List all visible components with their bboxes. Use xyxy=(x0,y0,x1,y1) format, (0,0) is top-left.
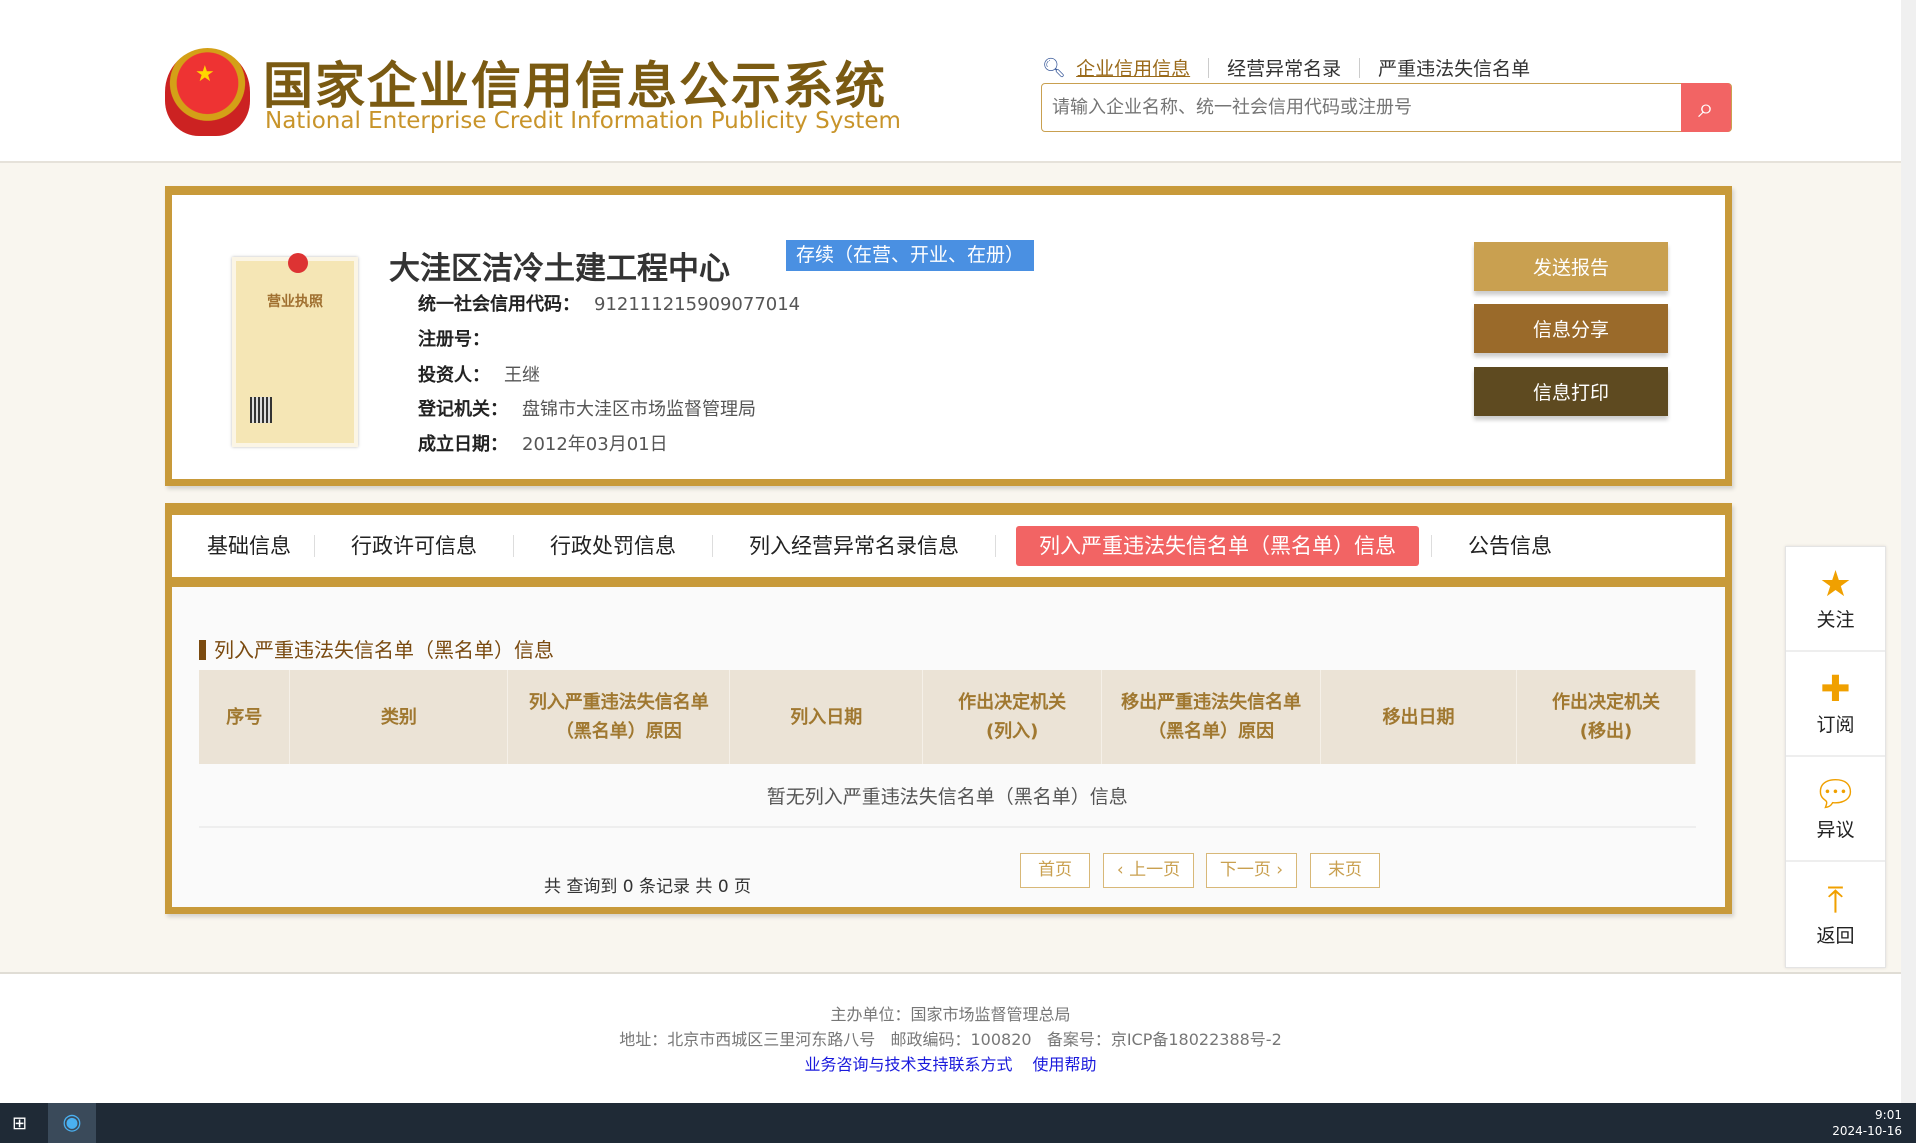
floating-toolbar: ★ 关注 ✚ 订阅 💬︎ 异议 ⤒ 返回 xyxy=(1785,546,1886,968)
footer-sponsor: 主办单位：国家市场监督管理总局 xyxy=(830,1005,1071,1024)
field-reg-no: 注册号： xyxy=(418,329,490,350)
browser-taskbar-icon[interactable]: ◉ xyxy=(48,1103,96,1143)
windows-start-icon[interactable]: ⊞ xyxy=(12,1113,27,1134)
scrollbar[interactable] xyxy=(1901,0,1916,1103)
search-input[interactable] xyxy=(1042,84,1681,131)
company-name: 大洼区洁冷土建工程中心 xyxy=(389,251,730,287)
search-button[interactable]: ⌕ xyxy=(1681,83,1731,132)
send-report-button[interactable]: 发送报告 xyxy=(1474,242,1668,291)
support-contact-link[interactable]: 业务咨询与技术支持联系方式 xyxy=(804,1055,1012,1074)
clock: 9:01 2024-10-16 xyxy=(1832,1108,1902,1138)
nav-abnormal-list[interactable]: 经营异常名录 xyxy=(1227,54,1341,81)
tab-blacklist[interactable]: 列入严重违法失信名单（黑名单）信息 xyxy=(1016,526,1419,566)
site-title-en: National Enterprise Credit Information P… xyxy=(265,108,901,134)
chat-bubble-icon: 💬︎ xyxy=(1812,774,1859,815)
first-page-button[interactable]: 首页 xyxy=(1020,853,1090,888)
field-credit-code: 统一社会信用代码： 912111215909077014 xyxy=(418,294,801,315)
col-in-authority: 作出决定机关(列入) xyxy=(922,670,1103,764)
tab-penalty[interactable]: 行政处罚信息 xyxy=(514,526,712,566)
prev-page-button[interactable]: ‹ 上一页 xyxy=(1103,853,1194,888)
national-emblem-logo: ★ xyxy=(165,48,250,136)
site-header: ★ 国家企业信用信息公示系统 National Enterprise Credi… xyxy=(0,0,1901,163)
col-out-date: 移出日期 xyxy=(1320,670,1517,764)
tab-license[interactable]: 行政许可信息 xyxy=(315,526,513,566)
print-button[interactable]: 信息打印 xyxy=(1474,367,1668,416)
search-icon: ⌕ xyxy=(1698,90,1714,124)
star-icon: ★ xyxy=(1819,564,1852,605)
company-card: 营业执照 大洼区洁冷土建工程中心 存续（在营、开业、在册） 统一社会信用代码： 9… xyxy=(165,186,1732,486)
taskbar: ⊞ ◉ 9:01 2024-10-16 xyxy=(0,1103,1916,1143)
status-badge: 存续（在营、开业、在册） xyxy=(786,240,1035,271)
empty-message: 暂无列入严重违法失信名单（黑名单）信息 xyxy=(199,764,1696,828)
arrow-up-icon: ⤒ xyxy=(1827,880,1844,921)
bookmark-plus-icon: ✚ xyxy=(1820,669,1851,710)
tab-announcement[interactable]: 公告信息 xyxy=(1432,526,1588,566)
footer-address: 地址：北京市西城区三里河东路八号 邮政编码：100820 备案号：京ICP备18… xyxy=(619,1030,1282,1049)
subscribe-button[interactable]: ✚ 订阅 xyxy=(1786,652,1885,757)
info-card: 基础信息 行政许可信息 行政处罚信息 列入经营异常名录信息 列入严重违法失信名单… xyxy=(165,503,1732,914)
tab-abnormal[interactable]: 列入经营异常名录信息 xyxy=(713,526,995,566)
col-category: 类别 xyxy=(289,670,509,764)
col-out-authority: 作出决定机关(移出) xyxy=(1516,670,1697,764)
col-in-reason: 列入严重违法失信名单（黑名单）原因 xyxy=(507,670,731,764)
next-page-button[interactable]: 下一页 › xyxy=(1206,853,1297,888)
nav-blacklist[interactable]: 严重违法失信名单 xyxy=(1378,54,1530,81)
follow-button[interactable]: ★ 关注 xyxy=(1786,547,1885,652)
col-in-date: 列入日期 xyxy=(729,670,924,764)
tab-basic[interactable]: 基础信息 xyxy=(184,526,314,566)
col-out-reason: 移出严重违法失信名单（黑名单）原因 xyxy=(1101,670,1322,764)
col-index: 序号 xyxy=(199,670,291,764)
tab-bar: 基础信息 行政许可信息 行政处罚信息 列入经营异常名录信息 列入严重违法失信名单… xyxy=(172,515,1725,587)
back-to-top-button[interactable]: ⤒ 返回 xyxy=(1786,862,1885,967)
blacklist-table: 序号 类别 列入严重违法失信名单（黑名单）原因 列入日期 作出决定机关(列入) … xyxy=(199,670,1697,828)
objection-button[interactable]: 💬︎ 异议 xyxy=(1786,757,1885,862)
business-license-image: 营业执照 xyxy=(232,253,358,447)
section-title: 列入严重违法失信名单（黑名单）信息 xyxy=(199,640,554,660)
search-icon: 🔍︎ xyxy=(1042,57,1067,79)
field-authority: 登记机关： 盘锦市大洼区市场监督管理局 xyxy=(418,399,756,420)
nav-credit-info[interactable]: 企业信用信息 xyxy=(1076,54,1190,81)
search-bar: ⌕ xyxy=(1041,83,1732,132)
site-footer: 主办单位：国家市场监督管理总局 地址：北京市西城区三里河东路八号 邮政编码：10… xyxy=(0,972,1901,1103)
field-investor: 投资人： 王继 xyxy=(418,365,540,386)
top-nav: 🔍︎ 企业信用信息 经营异常名录 严重违法失信名单 xyxy=(1042,54,1530,81)
field-founded: 成立日期： 2012年03月01日 xyxy=(418,434,668,455)
record-summary: 共 查询到 0 条记录 共 0 页 xyxy=(544,877,752,897)
help-link[interactable]: 使用帮助 xyxy=(1033,1055,1097,1074)
last-page-button[interactable]: 末页 xyxy=(1310,853,1380,888)
share-button[interactable]: 信息分享 xyxy=(1474,304,1668,353)
